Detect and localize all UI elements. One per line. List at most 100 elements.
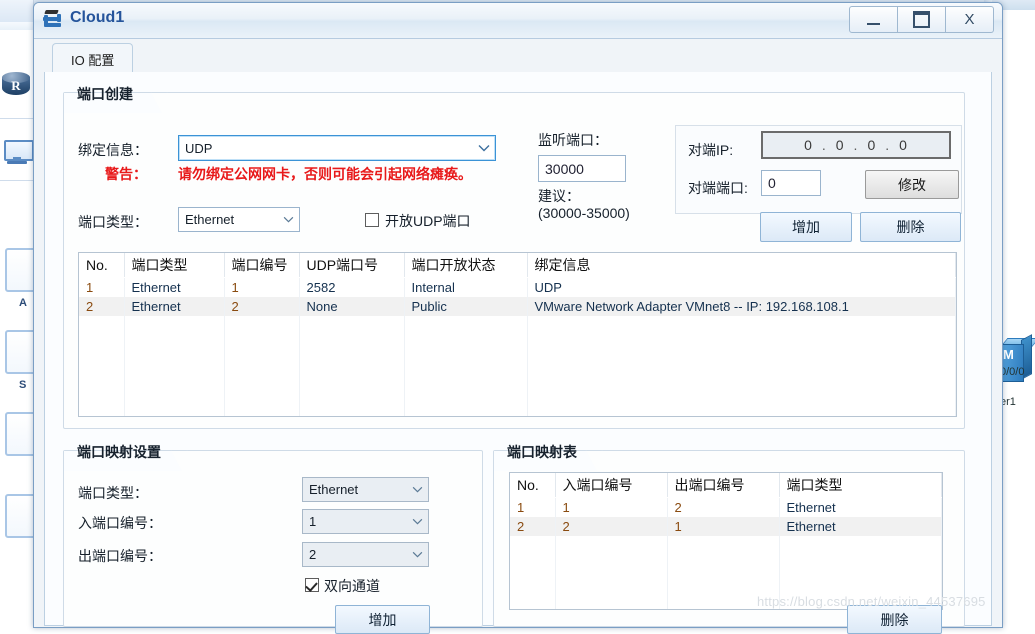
cell-no: 2: [79, 297, 125, 316]
chevron-down-icon: [406, 551, 428, 558]
cell-type: Ethernet: [124, 297, 225, 316]
dialog-body: 端口创建 绑定信息： UDP 警告： 请勿绑定公网网卡，否则可能会引起网络瘫痪。…: [44, 72, 992, 634]
chevron-down-icon: [406, 486, 428, 493]
table-row[interactable]: 1 1 2 Ethernet: [510, 497, 942, 517]
table-row[interactable]: [79, 366, 956, 391]
right-device-letter: M: [1003, 347, 1014, 362]
port-col-udp: UDP端口号: [299, 253, 405, 278]
cell-binding: VMware Network Adapter VMnet8 -- IP: 192…: [527, 297, 956, 316]
peer-ip-label: 对端IP:: [688, 142, 734, 158]
listen-port-value: 30000: [545, 160, 584, 177]
mapping-port-type-select[interactable]: Ethernet: [302, 477, 429, 502]
binding-info-select[interactable]: UDP: [178, 135, 496, 161]
router-device-icon: R: [2, 72, 30, 98]
map-col-type: 端口类型: [779, 473, 942, 498]
port-type-value: Ethernet: [185, 212, 235, 227]
table-row[interactable]: [510, 536, 942, 561]
peer-port-input[interactable]: 0: [761, 170, 821, 196]
open-udp-port-checkbox[interactable]: [365, 213, 379, 227]
port-type-label: 端口类型：: [78, 214, 148, 230]
pc-device-icon: [4, 140, 34, 164]
bidirectional-checkbox[interactable]: [305, 578, 319, 592]
table-row[interactable]: [79, 316, 956, 341]
port-type-select[interactable]: Ethernet: [178, 207, 300, 232]
delete-port-button[interactable]: 删除: [860, 212, 961, 242]
listen-port-label: 监听端口：: [538, 132, 608, 148]
window-title: Cloud1: [70, 9, 125, 26]
router-icon-letter: R: [11, 78, 21, 93]
tab-io-config[interactable]: IO 配置: [52, 43, 134, 74]
table-row[interactable]: 2 2 1 Ethernet: [510, 517, 942, 536]
table-row[interactable]: 2 Ethernet 2 None Public VMware Network …: [79, 297, 956, 316]
port-col-type: 端口类型: [124, 253, 225, 278]
chevron-down-icon: [473, 144, 495, 152]
watermark: https://blog.csdn.net/weixin_44537695: [757, 594, 986, 609]
right-device-port-label: 0/0/0: [1000, 366, 1025, 378]
mapping-in-port-label: 入端口编号：: [78, 515, 162, 531]
suggest-label: 建议：: [538, 188, 580, 204]
cell-binding: UDP: [527, 277, 956, 297]
cell-type: Ethernet: [779, 497, 942, 517]
port-table-grid: No. 端口类型 端口编号 UDP端口号 端口开放状态 绑定信息 1 Ether…: [79, 253, 956, 417]
window-controls: X: [849, 6, 994, 33]
chevron-down-icon: [406, 518, 428, 525]
table-row[interactable]: [79, 391, 956, 416]
mapping-in-port-value: 1: [309, 514, 317, 529]
peer-ip-input[interactable]: 0 . 0 . 0 . 0: [761, 131, 951, 159]
port-col-no: No.: [79, 253, 125, 278]
peer-ip-octet-1: 0: [804, 137, 813, 153]
cell-no: 1: [79, 277, 125, 297]
binding-info-label: 绑定信息：: [78, 142, 148, 158]
maximize-button[interactable]: [898, 6, 946, 33]
cloud-config-window: Cloud1 X IO 配置 端口创建 绑定信息： UDP 警告： 请勿绑定公网…: [33, 2, 1003, 634]
chevron-down-icon: [277, 216, 299, 223]
mapping-port-type-value: Ethernet: [309, 482, 359, 497]
palette-label-a: A: [19, 297, 27, 309]
add-port-button[interactable]: 增加: [760, 212, 852, 242]
mapping-in-port-select[interactable]: 1: [302, 509, 429, 534]
tab-io-config-label: IO 配置: [71, 52, 115, 68]
cell-state: Public: [404, 297, 528, 316]
mapping-port-type-label: 端口类型：: [78, 485, 148, 501]
mapping-out-port-select[interactable]: 2: [302, 542, 429, 567]
cloud-icon: [43, 10, 65, 30]
cell-state: Internal: [404, 277, 528, 297]
mapping-table[interactable]: No. 入端口编号 出端口编号 端口类型 1 1 2 Ethernet 2 2: [509, 472, 943, 610]
cell-type: Ethernet: [124, 277, 225, 297]
close-button[interactable]: X: [946, 6, 994, 33]
cell-out: 1: [667, 517, 780, 536]
palette-label-s: S: [19, 379, 27, 391]
modify-button[interactable]: 修改: [865, 170, 959, 199]
cell-out: 2: [667, 497, 780, 517]
peer-ip-octet-2: 0: [835, 137, 845, 153]
tab-strip: IO 配置: [44, 43, 992, 74]
warning-label: 警告：: [105, 166, 147, 182]
peer-ip-octet-4: 0: [899, 137, 908, 153]
mapping-table-header-row: No. 入端口编号 出端口编号 端口类型: [510, 473, 942, 498]
cell-udp: None: [299, 297, 405, 316]
cell-type: Ethernet: [779, 517, 942, 536]
port-table[interactable]: No. 端口类型 端口编号 UDP端口号 端口开放状态 绑定信息 1 Ether…: [78, 252, 957, 417]
listen-port-input[interactable]: 30000: [538, 155, 626, 182]
table-row[interactable]: [79, 416, 956, 417]
table-row[interactable]: [79, 341, 956, 366]
port-create-group-title: 端口创建: [77, 86, 133, 102]
table-row[interactable]: [510, 561, 942, 586]
mapping-settings-title: 端口映射设置: [77, 444, 161, 460]
minimize-button[interactable]: [849, 6, 898, 33]
peer-ip-octet-3: 0: [867, 137, 877, 153]
mapping-table-title: 端口映射表: [507, 444, 577, 460]
window-titlebar[interactable]: Cloud1 X: [34, 3, 1002, 39]
open-udp-port-label: 开放UDP端口: [385, 213, 471, 229]
peer-port-label: 对端端口:: [688, 180, 748, 196]
mapping-out-port-label: 出端口编号：: [78, 548, 162, 564]
cell-number: 2: [224, 297, 300, 316]
mapping-table-grid: No. 入端口编号 出端口编号 端口类型 1 1 2 Ethernet 2 2: [510, 473, 942, 609]
table-row[interactable]: 1 Ethernet 1 2582 Internal UDP: [79, 277, 956, 297]
peer-port-value: 0: [768, 175, 776, 191]
background-divider: [0, 180, 33, 181]
cell-no: 2: [510, 517, 556, 536]
background-panel-header: [0, 0, 33, 23]
port-col-number: 端口编号: [224, 253, 300, 278]
port-col-state: 端口开放状态: [404, 253, 528, 278]
